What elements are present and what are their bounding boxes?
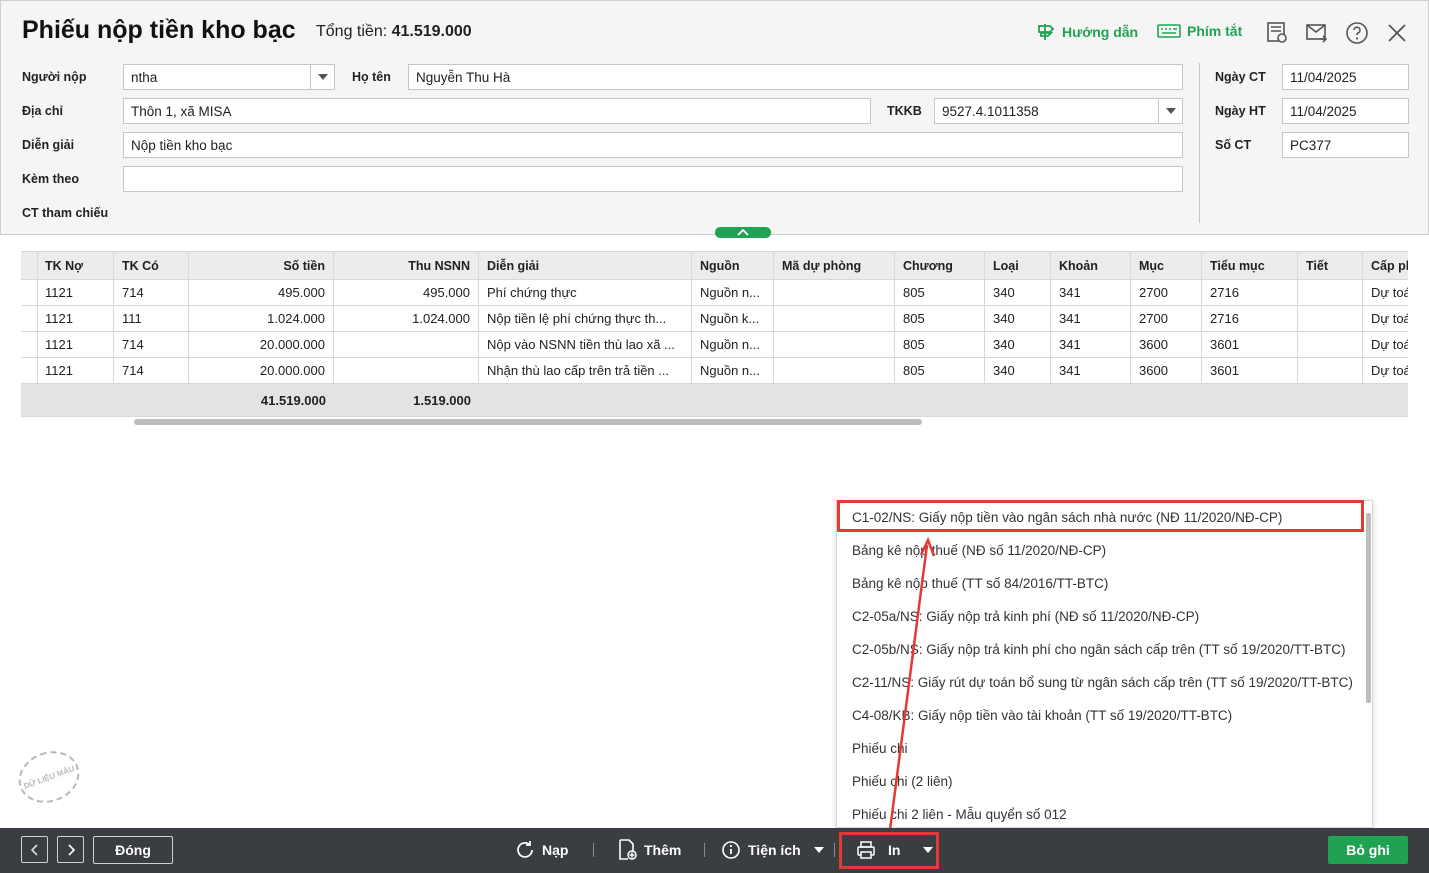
unpost-button[interactable]: Bỏ ghi: [1328, 836, 1408, 864]
utilities-button[interactable]: Tiện ích: [721, 836, 824, 864]
add-document-icon: [619, 839, 637, 860]
next-button[interactable]: [57, 836, 84, 863]
refresh-icon: [517, 841, 533, 858]
previous-button[interactable]: [21, 836, 48, 863]
highlight-box: [839, 832, 939, 869]
close-button[interactable]: Đóng: [93, 836, 173, 864]
footer-bar: [0, 828, 1429, 873]
annotation-arrow: [888, 536, 936, 831]
chevron-right-icon: [67, 843, 75, 856]
chevron-left-icon: [30, 843, 38, 856]
info-icon: [722, 841, 740, 859]
add-button[interactable]: Thêm: [617, 836, 681, 864]
caret-down-icon: [813, 847, 824, 853]
reload-button[interactable]: Nạp: [515, 836, 568, 864]
